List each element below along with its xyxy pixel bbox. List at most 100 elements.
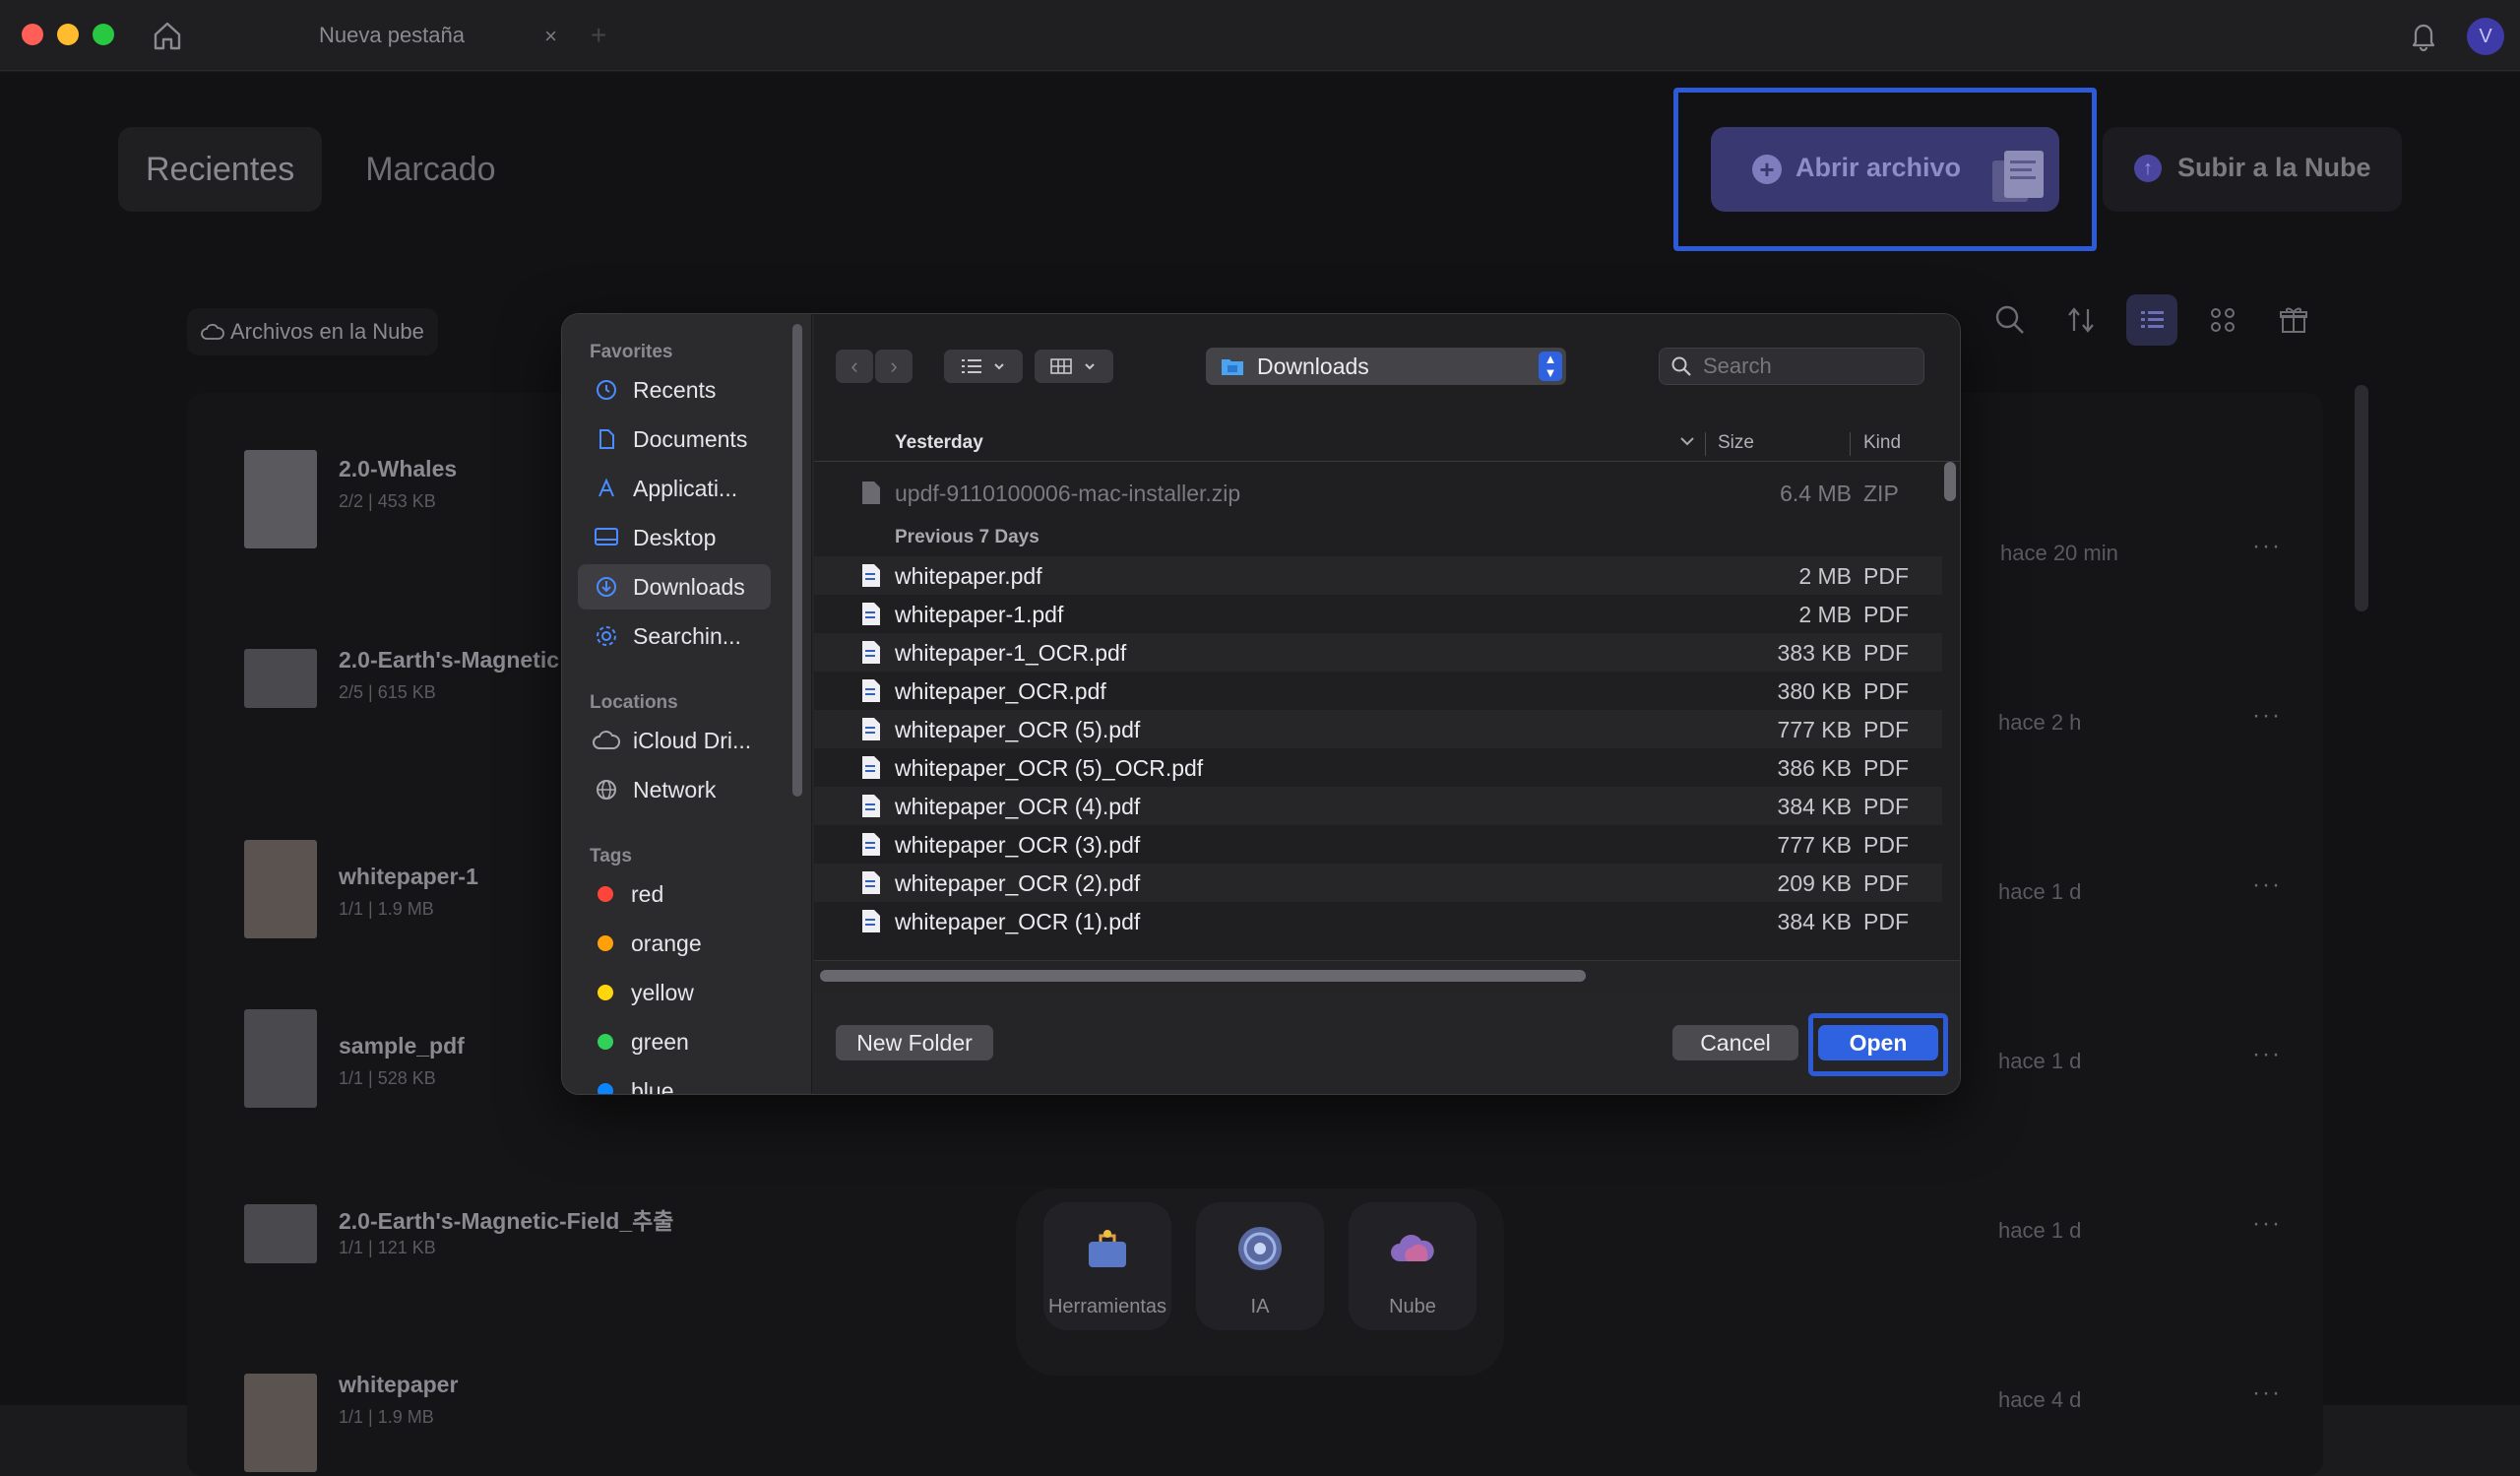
file-size: 209 KB — [1777, 870, 1852, 896]
more-options-icon[interactable]: ··· — [2252, 533, 2282, 560]
maximize-window-button[interactable] — [93, 24, 114, 45]
file-row[interactable]: whitepaper-1.pdf 2 MB PDF — [814, 595, 1942, 633]
forward-button[interactable]: › — [875, 350, 913, 383]
file-size: 386 KB — [1777, 755, 1852, 781]
chevron-down-icon[interactable] — [1676, 430, 1698, 452]
dock-ai-button[interactable]: IA — [1196, 1202, 1324, 1330]
download-icon — [597, 577, 616, 597]
sidebar-tag-orange[interactable]: orange — [578, 921, 771, 966]
column-divider — [1705, 432, 1706, 456]
tab-recientes[interactable]: Recientes — [118, 127, 323, 212]
gift-icon[interactable] — [2268, 294, 2319, 346]
list-view-icon[interactable] — [2126, 294, 2177, 346]
sidebar-item-network[interactable]: Network — [578, 767, 771, 812]
favorites-heading: Favorites — [590, 342, 673, 362]
file-row[interactable]: whitepaper_OCR (4).pdf 384 KB PDF — [814, 787, 1942, 825]
location-popup[interactable]: Downloads ▲ ▼ — [1206, 348, 1566, 385]
back-button[interactable]: ‹ — [836, 350, 873, 383]
file-time: hace 4 d — [1998, 1387, 2082, 1412]
sidebar-item-icloud[interactable]: iCloud Dri... — [578, 718, 771, 763]
file-row[interactable]: whitepaper_OCR (3).pdf 777 KB PDF — [814, 825, 1942, 864]
file-list-horizontal-scrollbar[interactable] — [820, 970, 1586, 982]
file-name: whitepaper.pdf — [895, 563, 1042, 589]
tag-color-dot — [598, 1083, 613, 1094]
file-name: updf-9110100006-mac-installer.zip — [895, 481, 1241, 506]
more-options-icon[interactable]: ··· — [2252, 702, 2282, 730]
file-row[interactable]: whitepaper_OCR (5).pdf 777 KB PDF — [814, 710, 1942, 748]
list-scrollbar[interactable] — [2355, 385, 2368, 611]
file-row[interactable]: updf-9110100006-mac-installer.zip 6.4 MB… — [814, 474, 1942, 512]
close-window-button[interactable] — [22, 24, 43, 45]
cloud-icon — [1391, 1235, 1434, 1261]
file-size: 384 KB — [1777, 794, 1852, 819]
file-size: 2 MB — [1798, 602, 1852, 627]
file-row[interactable]: whitepaper_OCR.pdf 380 KB PDF — [814, 672, 1942, 710]
file-row[interactable]: whitepaper_OCR (5)_OCR.pdf 386 KB PDF — [814, 748, 1942, 787]
search-input[interactable]: Search — [1659, 348, 1924, 385]
sidebar-tag-green[interactable]: green — [578, 1019, 771, 1064]
list-view-menu[interactable] — [944, 350, 1023, 383]
sidebar-item-downloads[interactable]: Downloads — [578, 564, 771, 610]
dock-tools-button[interactable]: Herramientas — [1043, 1202, 1171, 1330]
file-row[interactable]: whitepaper-1_OCR.pdf 383 KB PDF — [814, 633, 1942, 672]
browser-tab[interactable]: Nueva pestaña × — [285, 8, 571, 63]
column-kind-header[interactable]: Kind — [1863, 432, 1901, 454]
more-options-icon[interactable]: ··· — [2252, 1041, 2282, 1068]
file-name: whitepaper — [339, 1372, 459, 1397]
group-view-menu[interactable] — [1035, 350, 1113, 383]
avatar[interactable]: V — [2467, 18, 2504, 55]
tags-heading: Tags — [590, 846, 632, 866]
sidebar-item-searching[interactable]: Searchin... — [578, 613, 771, 659]
sidebar-scrollbar[interactable] — [792, 324, 802, 797]
file-name: 2.0-Whales — [339, 456, 458, 481]
tag-color-dot — [598, 886, 613, 902]
column-size-header[interactable]: Size — [1718, 432, 1754, 454]
file-meta: 2/5 | 615 KB — [339, 682, 436, 702]
more-options-icon[interactable]: ··· — [2252, 871, 2282, 899]
cloud-files-filter[interactable]: Archivos en la Nube — [187, 308, 438, 355]
search-icon[interactable] — [1984, 294, 2036, 346]
sidebar-tag-blue[interactable]: blue — [578, 1068, 771, 1094]
sidebar-tag-yellow[interactable]: yellow — [578, 970, 771, 1015]
sidebar-tag-red[interactable]: red — [578, 871, 771, 917]
pdf-file-icon — [862, 910, 880, 932]
new-tab-button[interactable]: + — [591, 20, 606, 51]
list-toolbar — [1984, 294, 2319, 346]
new-folder-button[interactable]: New Folder — [836, 1025, 993, 1060]
column-name-header[interactable]: Yesterday — [895, 432, 983, 454]
file-name: whitepaper-1 — [339, 864, 478, 889]
pdf-file-icon — [862, 718, 880, 740]
upload-cloud-button[interactable]: ↑ Subir a la Nube — [2103, 127, 2402, 212]
column-header: Yesterday Size Kind — [814, 424, 1960, 462]
file-name: whitepaper_OCR (3).pdf — [895, 832, 1141, 858]
dock-cloud-button[interactable]: Nube — [1349, 1202, 1477, 1330]
file-list-vertical-scrollbar[interactable] — [1944, 462, 1956, 501]
file-size: 2 MB — [1798, 563, 1852, 589]
open-file-dialog: Favorites Recents Documents Applicati...… — [561, 313, 1961, 1095]
file-size: 777 KB — [1777, 717, 1852, 742]
cancel-button[interactable]: Cancel — [1672, 1025, 1798, 1060]
sidebar-item-documents[interactable]: Documents — [578, 417, 771, 462]
sort-icon[interactable] — [2055, 294, 2107, 346]
sidebar-item-recents[interactable]: Recents — [578, 367, 771, 413]
file-row[interactable]: whitepaper.pdf 2 MB PDF — [814, 556, 1942, 595]
home-icon[interactable] — [150, 18, 185, 53]
tab-title: Nueva pestaña — [319, 23, 465, 47]
open-button-highlight — [1808, 1013, 1948, 1076]
tools-icon — [1089, 1230, 1126, 1267]
pdf-file-icon — [862, 833, 880, 856]
sidebar-item-desktop[interactable]: Desktop — [578, 515, 771, 560]
file-row[interactable]: whitepaper_OCR (2).pdf 209 KB PDF — [814, 864, 1942, 902]
tab-close-button[interactable]: × — [544, 24, 557, 49]
sidebar-item-applications[interactable]: Applicati... — [578, 466, 771, 511]
minimize-window-button[interactable] — [57, 24, 79, 45]
more-options-icon[interactable]: ··· — [2252, 1210, 2282, 1238]
bell-icon[interactable] — [2406, 18, 2441, 53]
title-bar: Nueva pestaña × + V — [0, 0, 2520, 71]
tab-marcado[interactable]: Marcado — [338, 127, 523, 212]
grid-view-icon[interactable] — [2197, 294, 2248, 346]
locations-heading: Locations — [590, 692, 678, 713]
file-name: whitepaper_OCR (4).pdf — [895, 794, 1141, 819]
file-row[interactable]: whitepaper_OCR (1).pdf 384 KB PDF — [814, 902, 1942, 940]
more-options-icon[interactable]: ··· — [2252, 1380, 2282, 1407]
